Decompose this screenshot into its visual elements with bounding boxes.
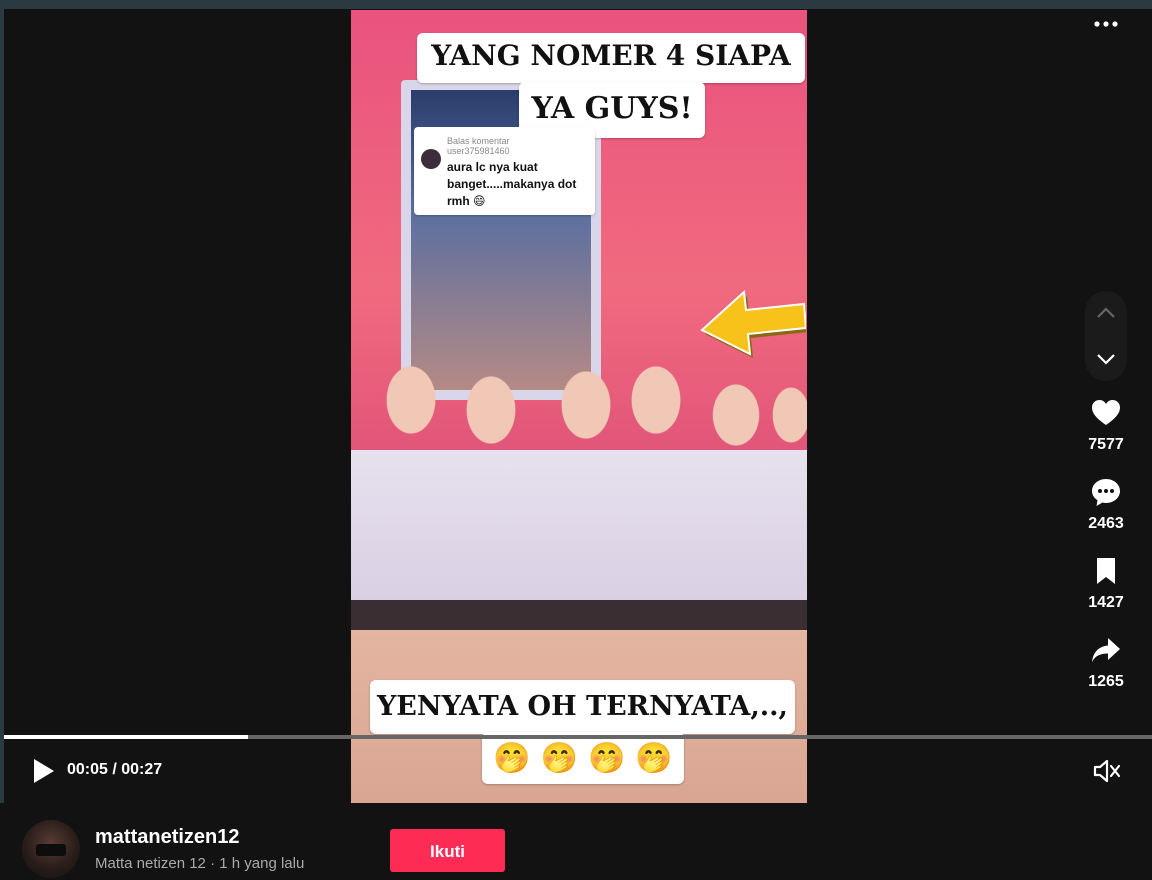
heart-icon	[1092, 400, 1120, 425]
volume-icon[interactable]	[1092, 757, 1122, 785]
avatar[interactable]	[22, 820, 80, 878]
time-display: 00:05 / 00:27	[67, 761, 163, 778]
follow-button[interactable]: Ikuti	[390, 829, 505, 872]
author-meta: Matta netizen 12 · 1 h yang lalu	[95, 855, 305, 872]
chevron-down-icon	[1097, 354, 1115, 365]
next-video-button[interactable]	[1085, 339, 1127, 379]
emoji-1: 🤭	[493, 740, 531, 776]
share-icon	[1092, 638, 1120, 662]
emoji-3: 🤭	[588, 740, 626, 776]
top-bar	[0, 0, 1152, 9]
author-username[interactable]: mattanetizen12	[95, 826, 240, 849]
caption-bottom-emojis: 🤭 🤭 🤭 🤭	[482, 732, 684, 784]
bookmark-icon	[1097, 558, 1115, 584]
comment-button[interactable]: 2463	[1078, 476, 1134, 533]
more-icon[interactable]	[1093, 14, 1119, 34]
share-button[interactable]: 1265	[1078, 634, 1134, 691]
previous-video-button[interactable]	[1085, 293, 1127, 333]
emoji-2: 🤭	[540, 740, 578, 776]
video-nav	[1085, 291, 1127, 381]
bookmark-button[interactable]: 1427	[1078, 555, 1134, 612]
progress-bar[interactable]	[4, 735, 1152, 739]
reply-avatar	[421, 149, 441, 169]
reply-text: aura lc nya kuat banget.....makanya dot …	[447, 160, 577, 208]
reply-user: user375981460	[447, 146, 510, 156]
emoji-4: 🤭	[635, 740, 673, 776]
share-count: 1265	[1088, 673, 1124, 690]
arrow-icon	[700, 289, 806, 358]
progress-fill	[4, 735, 249, 739]
comment-count: 2463	[1088, 515, 1124, 532]
chevron-up-icon	[1097, 307, 1115, 318]
like-button[interactable]: 7577	[1078, 397, 1134, 454]
play-icon[interactable]	[30, 756, 58, 786]
caption-bottom-line1: YENYATA OH TERNYATA,..,	[370, 680, 795, 734]
bookmark-count: 1427	[1088, 594, 1124, 611]
like-count: 7577	[1088, 436, 1124, 453]
caption-top-line1: YANG NOMER 4 SIAPA	[417, 33, 805, 83]
reply-comment-sticker: Balas komentar user375981460 aura lc nya…	[414, 127, 595, 215]
comment-icon	[1092, 479, 1120, 506]
